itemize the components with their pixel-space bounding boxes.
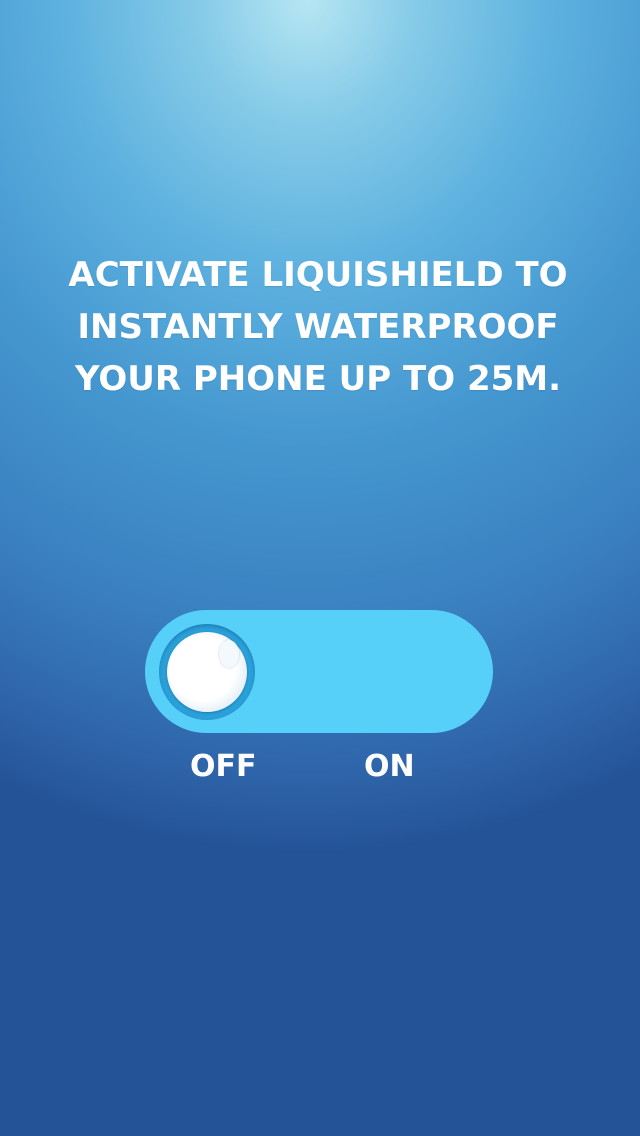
toggle-knob[interactable] bbox=[159, 624, 255, 720]
toggle-knob-highlight bbox=[219, 640, 239, 668]
toggle-on-label[interactable]: ON bbox=[364, 748, 415, 786]
headline-line-1: ACTIVATE LIQUISHIELD TO bbox=[68, 255, 568, 295]
toggle-off-label[interactable]: OFF bbox=[190, 748, 257, 786]
headline-line-2: INSTANTLY WATERPROOF bbox=[77, 307, 559, 347]
headline: ACTIVATE LIQUISHIELD TO INSTANTLY WATERP… bbox=[40, 249, 596, 405]
headline-line-3: YOUR PHONE UP TO 25M. bbox=[74, 359, 562, 399]
liquishield-toggle[interactable] bbox=[145, 610, 493, 733]
